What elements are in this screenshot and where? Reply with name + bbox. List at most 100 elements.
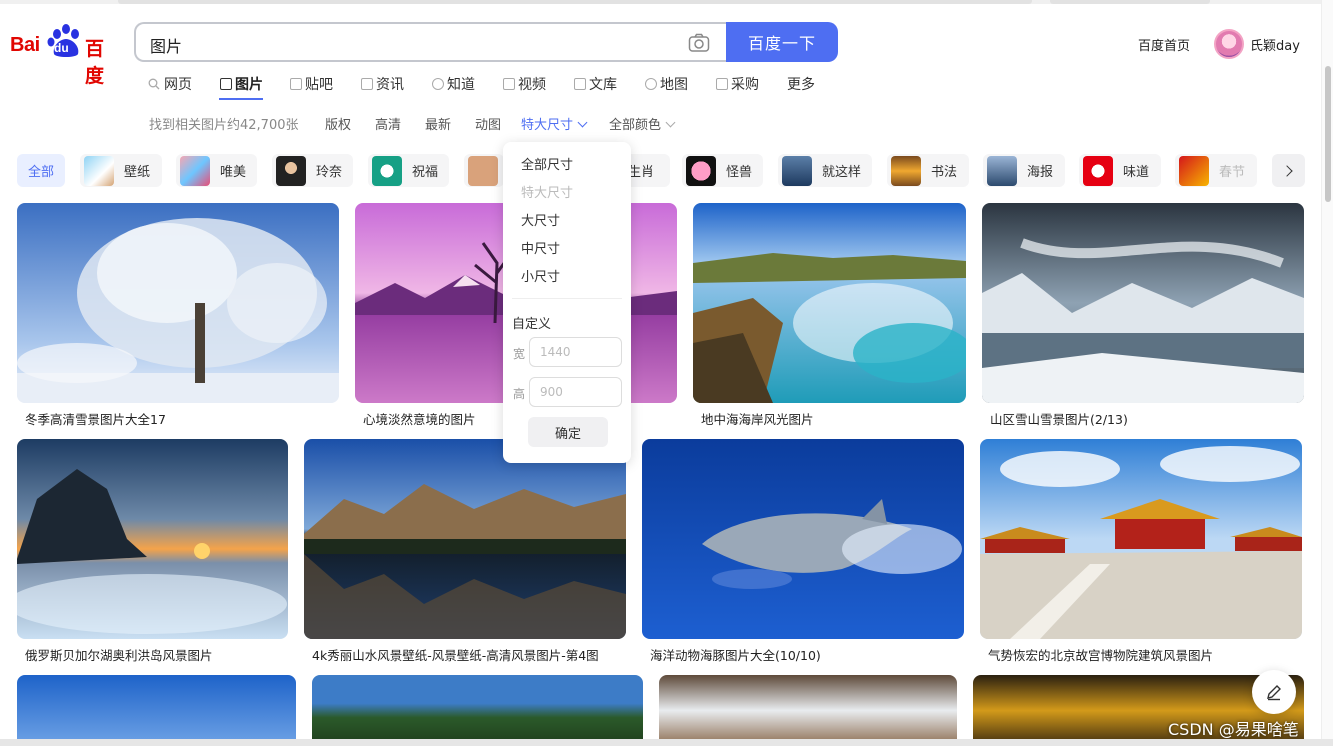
- tab-label: 资讯: [376, 77, 404, 93]
- mediterranean-coast-image: [693, 203, 966, 403]
- chip-thumbnail: [1179, 155, 1209, 186]
- filter-copyright[interactable]: 版权: [325, 114, 351, 133]
- chip-thumbnail: [84, 155, 114, 186]
- image-result-8[interactable]: [980, 439, 1302, 639]
- image-caption[interactable]: 气势恢宏的北京故宫博物院建筑风景图片: [988, 645, 1213, 664]
- tab-images[interactable]: 图片: [220, 74, 263, 94]
- search-icon: [148, 78, 160, 90]
- image-caption[interactable]: 海洋动物海豚图片大全(10/10): [650, 645, 821, 664]
- map-icon: [645, 78, 657, 90]
- image-result-10[interactable]: [312, 675, 643, 746]
- doc-icon: [574, 78, 586, 90]
- browser-tab-edge: [1050, 0, 1210, 4]
- tab-label: 采购: [731, 77, 759, 93]
- image-result-7[interactable]: [642, 439, 964, 639]
- chip-hidden[interactable]: [464, 154, 504, 187]
- vertical-scrollbar[interactable]: [1321, 0, 1333, 746]
- chip-monster[interactable]: 怪兽: [682, 154, 763, 187]
- search-button[interactable]: 百度一下: [726, 22, 838, 62]
- image-caption[interactable]: 冬季高清雪景图片大全17: [25, 409, 166, 428]
- height-input[interactable]: 900: [529, 377, 622, 407]
- tab-video[interactable]: 视频: [503, 74, 546, 94]
- tieba-icon: [290, 78, 302, 90]
- chip-thumbnail: [276, 155, 306, 186]
- chip-just-like-this[interactable]: 就这样: [778, 154, 872, 187]
- filter-color-label: 全部颜色: [609, 118, 662, 133]
- width-input[interactable]: 1440: [529, 337, 622, 367]
- news-icon: [361, 78, 373, 90]
- tab-label: 网页: [164, 77, 192, 93]
- question-icon: [432, 78, 444, 90]
- pencil-icon: [1267, 685, 1281, 701]
- camera-icon[interactable]: [688, 33, 710, 53]
- logo-text-bai: Bai: [10, 34, 40, 56]
- chips-next-button[interactable]: [1272, 154, 1305, 187]
- size-option-small[interactable]: 小尺寸: [521, 266, 560, 285]
- home-link[interactable]: 百度首页: [1138, 35, 1190, 54]
- tab-zhidao[interactable]: 知道: [432, 74, 475, 94]
- baidu-logo[interactable]: Bai du 百度: [10, 24, 114, 87]
- chip-all[interactable]: 全部: [17, 154, 65, 187]
- tab-tieba[interactable]: 贴吧: [290, 74, 333, 94]
- chip-thumbnail: [372, 155, 402, 186]
- height-label: 高: [513, 387, 526, 401]
- image-result-5[interactable]: [17, 439, 288, 639]
- chip-lingnai[interactable]: 玲奈: [272, 154, 353, 187]
- image-result-3[interactable]: [693, 203, 966, 403]
- size-dropdown-menu: 全部尺寸 特大尺寸 大尺寸 中尺寸 小尺寸 自定义 宽 1440 高 900 确…: [503, 142, 631, 463]
- chip-calligraphy[interactable]: 书法: [887, 154, 969, 187]
- tab-web[interactable]: 网页: [148, 74, 192, 94]
- image-result-4[interactable]: [982, 203, 1304, 403]
- tab-map[interactable]: 地图: [645, 74, 688, 94]
- username[interactable]: 氏颖day: [1250, 35, 1300, 54]
- chip-label: 玲奈: [316, 165, 343, 180]
- chip-spring-festival[interactable]: 春节: [1175, 154, 1257, 187]
- size-option-large[interactable]: 大尺寸: [521, 210, 560, 229]
- filter-animated[interactable]: 动图: [475, 114, 501, 133]
- chip-thumbnail: [987, 155, 1017, 186]
- search-query: 图片: [150, 37, 183, 56]
- image-caption[interactable]: 俄罗斯贝加尔湖奥利洪岛风景图片: [25, 645, 213, 664]
- filter-latest[interactable]: 最新: [425, 114, 451, 133]
- image-caption[interactable]: 地中海海岸风光图片: [701, 409, 814, 428]
- confirm-button[interactable]: 确定: [528, 417, 608, 447]
- mountain-lake-reflection-image: [304, 439, 626, 639]
- chip-blessing[interactable]: 祝福: [368, 154, 449, 187]
- size-option-xlarge[interactable]: 特大尺寸: [521, 182, 573, 201]
- chip-taste[interactable]: 味道: [1079, 154, 1161, 187]
- chevron-right-icon: [1281, 164, 1293, 177]
- horizontal-scrollbar[interactable]: [0, 739, 1333, 746]
- search-input[interactable]: 图片: [134, 22, 728, 62]
- image-result-1[interactable]: [17, 203, 339, 403]
- chip-wallpaper[interactable]: 壁纸: [80, 154, 162, 187]
- size-option-all[interactable]: 全部尺寸: [521, 154, 573, 173]
- chip-label: 祝福: [412, 165, 439, 180]
- filter-size-dropdown[interactable]: 特大尺寸: [521, 114, 588, 133]
- size-option-medium[interactable]: 中尺寸: [521, 238, 560, 257]
- scrollbar-thumb[interactable]: [1325, 66, 1331, 202]
- tab-label: 知道: [447, 77, 475, 93]
- avatar[interactable]: [1214, 29, 1244, 59]
- tab-purchase[interactable]: 采购: [716, 74, 759, 94]
- tab-news[interactable]: 资讯: [361, 74, 404, 94]
- tab-label: 文库: [589, 77, 617, 93]
- filter-color-dropdown[interactable]: 全部颜色: [609, 114, 676, 133]
- image-caption[interactable]: 山区雪山雪景图片(2/13): [990, 409, 1128, 428]
- image-result-6[interactable]: [304, 439, 626, 639]
- watermark: CSDN @易果啥笔: [1168, 720, 1299, 739]
- dolphin-image: [642, 439, 964, 639]
- image-caption[interactable]: 4k秀丽山水风景壁纸-风景壁纸-高清风景图片-第4图: [312, 645, 599, 664]
- image-result-11[interactable]: [659, 675, 957, 746]
- tab-label: 贴吧: [305, 77, 333, 93]
- filter-hd[interactable]: 高清: [375, 114, 401, 133]
- chip-poster[interactable]: 海报: [983, 154, 1065, 187]
- chip-label: 壁纸: [124, 165, 151, 180]
- tab-more[interactable]: 更多: [787, 74, 815, 94]
- image-result-9[interactable]: [17, 675, 296, 746]
- chip-beautiful[interactable]: 唯美: [176, 154, 257, 187]
- edit-button[interactable]: [1252, 670, 1296, 714]
- snow-tree-image: [17, 203, 339, 403]
- tab-wenku[interactable]: 文库: [574, 74, 617, 94]
- image-caption[interactable]: 心境淡然意境的图片: [363, 409, 476, 428]
- width-label: 宽: [513, 347, 526, 361]
